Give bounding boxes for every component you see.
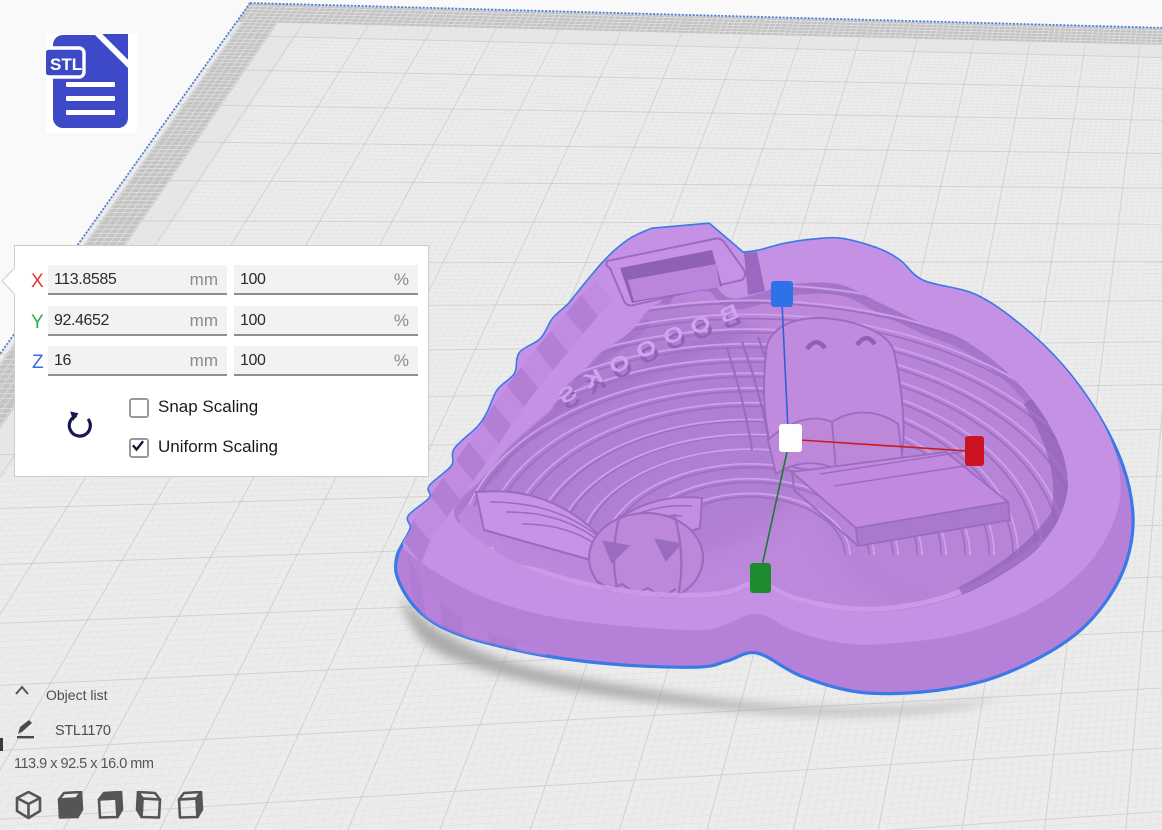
svg-text:STL: STL bbox=[50, 55, 82, 74]
